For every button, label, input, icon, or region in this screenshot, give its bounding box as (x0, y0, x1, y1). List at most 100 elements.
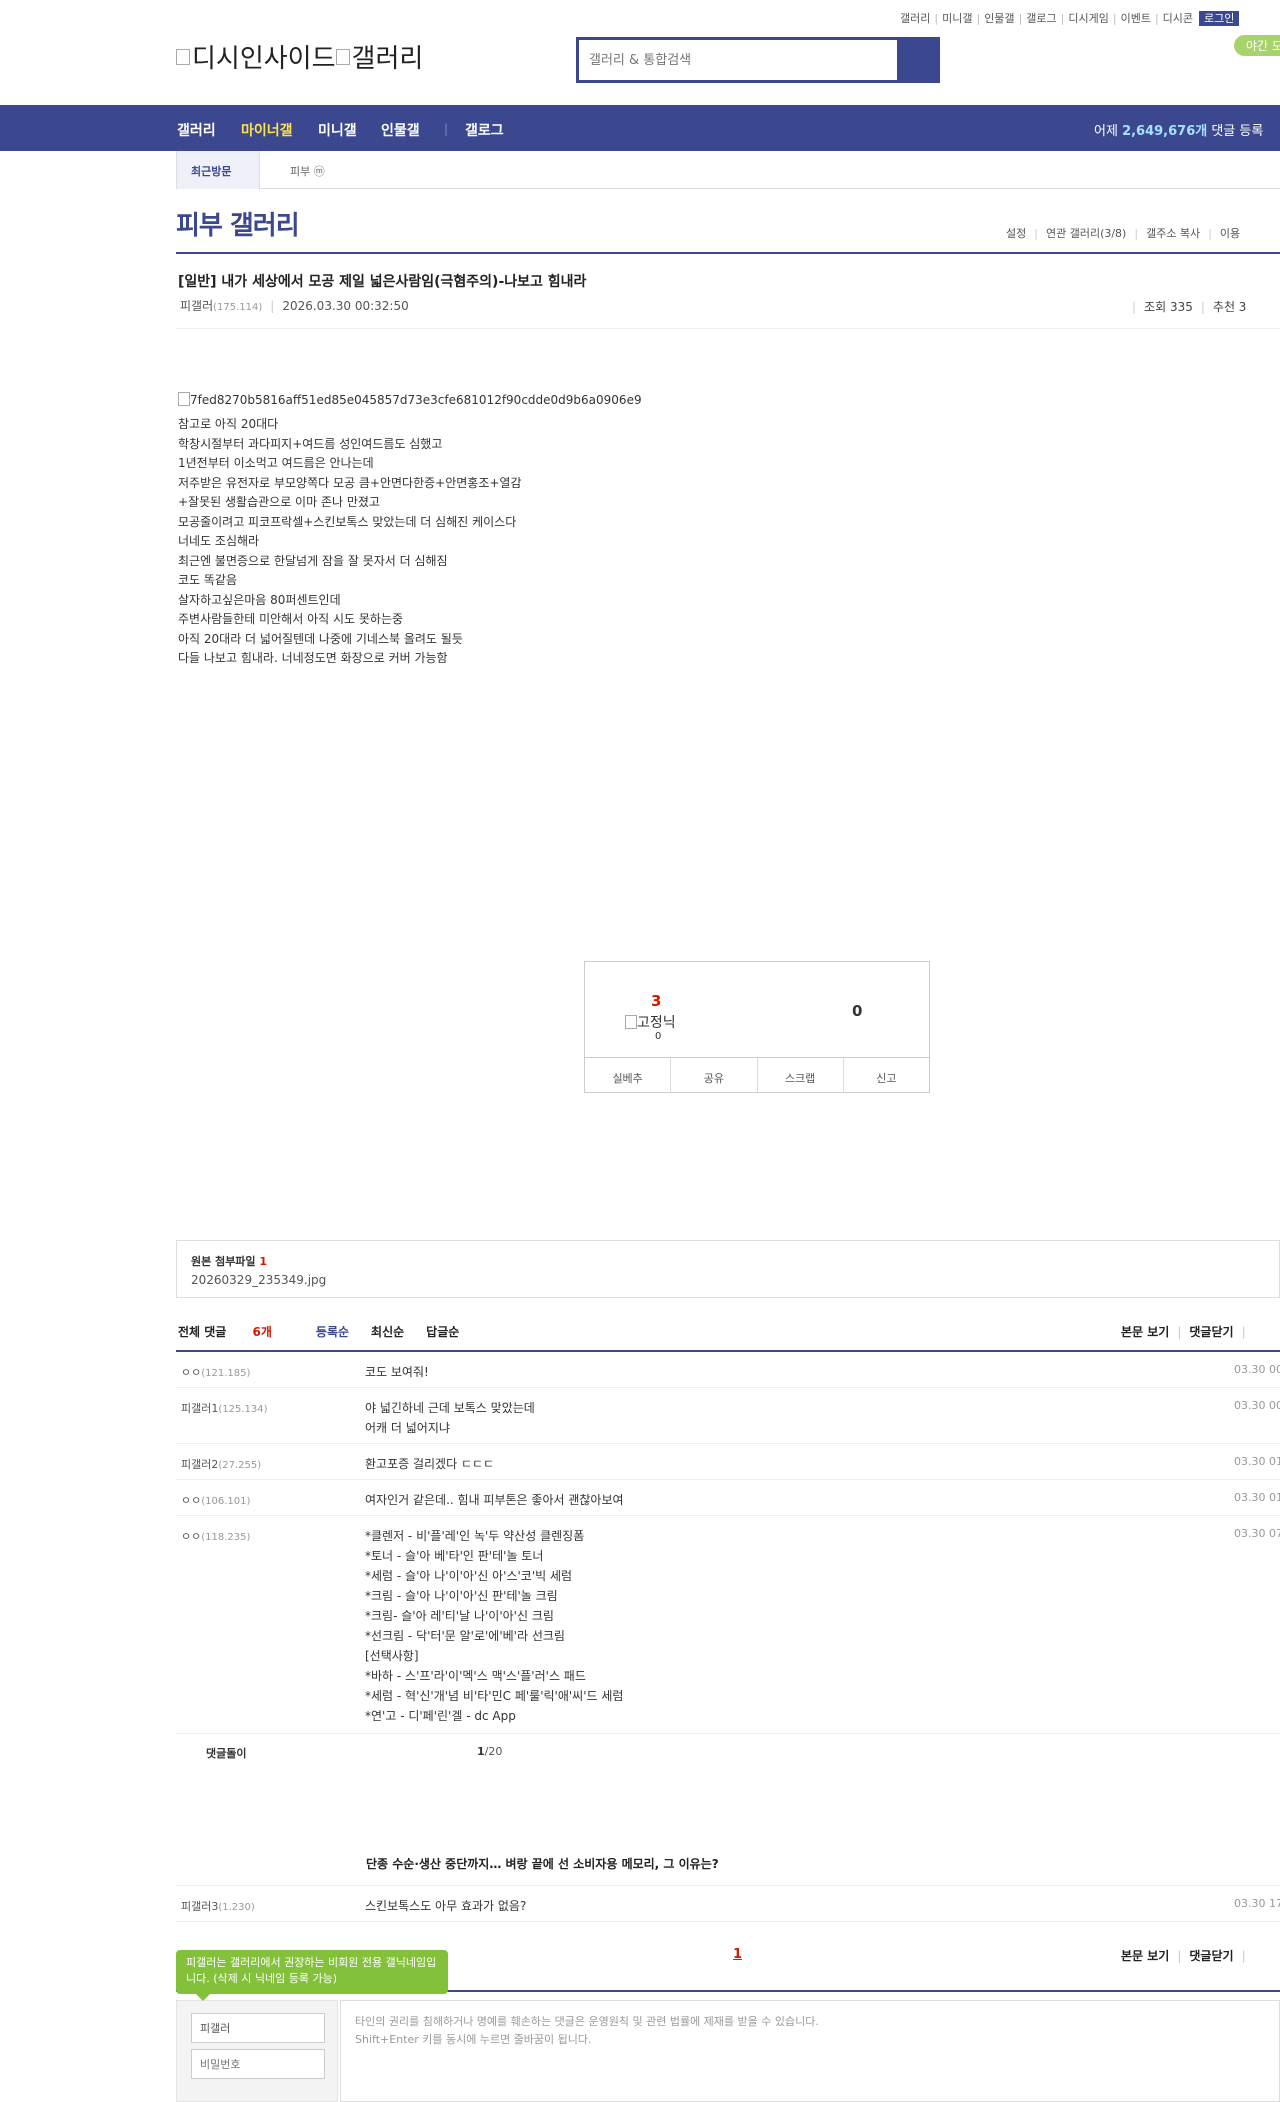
comment-nick[interactable]: ㅇㅇ(118.235) (181, 1528, 250, 1544)
gallery-title[interactable]: 피부 갤러리 (176, 205, 300, 242)
comment-date: 03.30 00 (1234, 1363, 1280, 1376)
util-link-event[interactable]: 이벤트 (1121, 12, 1151, 25)
comment-date: 03.30 00 (1234, 1399, 1280, 1412)
attachment-label: 원본 첨부파일 1 (191, 1255, 268, 1268)
post-header-divider (176, 328, 1280, 329)
post-date: 2026.03.30 00:32:50 (282, 299, 409, 313)
comment-text: 스킨보톡스도 아무 효과가 없음? (365, 1899, 527, 1913)
view-body-button[interactable]: 본문 보기 (1121, 1325, 1169, 1339)
share-button[interactable]: 공유 (671, 1058, 758, 1092)
post-writer-nick[interactable]: 피갤러 (180, 299, 213, 313)
comment-nick[interactable]: ㅇㅇ(106.101) (181, 1492, 250, 1508)
comment-nick[interactable]: 피갤러3(1.230) (181, 1898, 255, 1914)
nickname-field[interactable] (191, 2013, 325, 2043)
util-link-game[interactable]: 디시게임 (1068, 12, 1108, 25)
post-image-alt: 7fed8270b5816aff51ed85e045857d73e3cfe681… (190, 393, 642, 407)
reply-bot-pager[interactable]: 1/20 (477, 1745, 502, 1758)
comments-total: 전체 댓글 6개 (178, 1325, 272, 1339)
nav-person-gallery[interactable]: 인물갤 (381, 120, 420, 140)
recent-visits-tab[interactable]: 최근방문 (176, 151, 260, 189)
post-body-line: 모공줄이려고 피코프락셀+스킨보톡스 맞았는데 더 심해진 케이스다 (178, 514, 517, 529)
vote-actions: 실베추 공유 스크랩 신고 (585, 1057, 929, 1092)
comment-text: *클렌저 - 비'플'레'인 녹'두 약산성 클렌징폼 *토너 - 슬'아 베'타… (365, 1529, 624, 1723)
best-recommend-button[interactable]: 실베추 (585, 1058, 672, 1092)
comment-nick[interactable]: 피갤러2(27.255) (181, 1456, 261, 1472)
top-util-links: 갤러리 | 미니갤 | 인물갤 | 갤로그 | 디시게임 | 이벤트 | 디시콘 로그인 (900, 10, 1240, 26)
comment-textarea[interactable]: 타인의 권리를 침해하거나 명예를 훼손하는 댓글은 운영원칙 및 관련 법률에… (340, 2000, 1280, 2102)
usage-link[interactable]: 이용 (1220, 227, 1240, 240)
comment-date: 03.30 01 (1234, 1491, 1280, 1504)
broken-image-icon (335, 49, 350, 65)
password-field[interactable] (191, 2049, 325, 2079)
comment-tools-bottom: 본문 보기 | 댓글닫기 | (1121, 1949, 1246, 1963)
view-body-button[interactable]: 본문 보기 (1121, 1949, 1169, 1963)
night-mode-button[interactable]: 야간 모 (1234, 35, 1280, 56)
ad-headline[interactable]: 단종 수순·생산 중단까지… 벼랑 끝에 선 소비자용 메모리, 그 이유는? (366, 1855, 719, 1872)
broken-image-icon (178, 392, 190, 406)
post-views: 조회 335 (1144, 300, 1193, 314)
main-nav: 갤러리 마이너갤 미니갤 인물갤 | 갤로그 (0, 105, 1280, 151)
comment-text: 여자인거 같은데.. 힘내 피부톤은 좋아서 괜찮아보여 (365, 1493, 624, 1507)
post-body: 참고로 아직 20대다 학창시절부터 과다피지+여드름 성인여드름도 심했고 1… (178, 415, 522, 669)
sort-registered[interactable]: 등록순 (316, 1325, 349, 1339)
nickname-tooltip: 피갤러는 갤러리에서 권장하는 비회원 전용 갤닉네임입니다. (삭제 시 닉네… (176, 1950, 448, 2001)
broken-image-icon (625, 1015, 637, 1029)
nav-gallery[interactable]: 갤러리 (177, 120, 216, 140)
close-comments-button[interactable]: 댓글닫기 (1189, 1325, 1233, 1339)
comment-row: 피갤러1(125.134) 야 넓긴하네 근데 보톡스 맞았는데 어캐 더 넓어지… (176, 1388, 1280, 1444)
comment-row: ㅇㅇ(121.185) 코도 보여줘! 03.30 00 (176, 1352, 1280, 1388)
search-button[interactable] (897, 40, 937, 80)
comment-text: 야 넓긴하네 근데 보톡스 맞았는데 어캐 더 넓어지냐 (365, 1401, 535, 1435)
nav-mini-gallery[interactable]: 미니갤 (318, 120, 357, 140)
recent-visit-item[interactable]: 피부 ⓜ (290, 163, 325, 179)
post-title: [일반] 내가 세상에서 모공 제일 넓은사람임(극혐주의)-나보고 힘내라 (178, 274, 587, 290)
related-galleries-link[interactable]: 연관 갤러리(3/8) (1046, 227, 1126, 240)
vote-box: 3 고정닉 0 0 실베추 공유 스크랩 신고 (584, 961, 930, 1093)
nav-minor-gallery[interactable]: 마이너갤 (241, 120, 293, 140)
sort-replies[interactable]: 답글순 (426, 1325, 459, 1339)
yesterday-comment-count: 어제 2,649,676개 댓글 등록 (1094, 124, 1264, 139)
comment-tools-top: 본문 보기 | 댓글닫기 | (1121, 1325, 1246, 1339)
site-logo[interactable]: 디시인사이드 갤러리 (176, 38, 423, 75)
util-link-mini[interactable]: 미니갤 (942, 12, 972, 25)
fixnick-upvote-button[interactable]: 고정닉 (625, 1012, 676, 1032)
comments-header: 전체 댓글 6개 등록순 최신순 답글순 (178, 1323, 481, 1340)
gallery-menu: 설정 | 연관 갤러리(3/8) | 갤주소 복사 | 이용 (1006, 227, 1241, 240)
attachment-file-link[interactable]: 20260329_235349.jpg (191, 1273, 1265, 1287)
post-body-line: 참고로 아직 20대다 (178, 417, 279, 431)
nav-divider: | (444, 122, 449, 136)
post-body-line: 아직 20대라 더 넓어질텐데 나중에 기네스북 올려도 될듯 (178, 631, 463, 646)
post-body-line: 최근엔 불면증으로 한달넘게 잠을 잘 못자서 더 심해짐 (178, 553, 448, 568)
nav-gallog[interactable]: 갤로그 (465, 120, 504, 140)
write-credentials (176, 2000, 338, 2102)
post-image[interactable]: 7fed8270b5816aff51ed85e045857d73e3cfe681… (178, 392, 642, 407)
post-recommends: 추천 3 (1212, 300, 1247, 314)
comment-page-current[interactable]: 1 (733, 1947, 742, 1962)
login-button[interactable]: 로그인 (1199, 11, 1240, 26)
recent-visits-bar: 최근방문 피부 ⓜ (176, 151, 1280, 189)
comment-row: ㅇㅇ(106.101) 여자인거 같은데.. 힘내 피부톤은 좋아서 괜찮아보여… (176, 1480, 1280, 1516)
report-button[interactable]: 신고 (844, 1058, 929, 1092)
comment-date: 03.30 01 (1234, 1455, 1280, 1468)
post-body-line: 주변사람들한테 미안해서 아직 시도 못하는중 (178, 612, 404, 626)
util-link-dcon[interactable]: 디시콘 (1163, 12, 1193, 25)
comment-nick[interactable]: 피갤러1(125.134) (181, 1400, 268, 1416)
util-link-gallery[interactable]: 갤러리 (900, 12, 930, 25)
post-body-line: 살자하고싶은마음 80퍼센트인데 (178, 592, 341, 607)
sort-latest[interactable]: 최신순 (371, 1325, 404, 1339)
post-body-line: 저주받은 유전자로 부모양쪽다 모공 큼+안면다한증+안면홍조+열감 (178, 475, 522, 490)
util-link-person[interactable]: 인물갤 (984, 12, 1014, 25)
scrap-button[interactable]: 스크랩 (758, 1058, 844, 1092)
comment-row: 피갤러2(27.255) 환고포증 걸리겠다 ㄷㄷㄷ 03.30 01 (176, 1444, 1280, 1480)
logo-site: 디시인사이드 (192, 44, 336, 74)
copy-address-link[interactable]: 갤주소 복사 (1146, 227, 1200, 240)
comment-nick[interactable]: ㅇㅇ(121.185) (181, 1364, 250, 1380)
util-link-gallog[interactable]: 갤로그 (1026, 12, 1056, 25)
comment-row: ㅇㅇ(118.235) *클렌저 - 비'플'레'인 녹'두 약산성 클렌징폼 *… (176, 1516, 1280, 1734)
post-body-line: 너네도 조심해라 (178, 534, 260, 548)
post-writer-ip: (175.114) (213, 302, 263, 313)
settings-link[interactable]: 설정 (1006, 227, 1026, 240)
search-input[interactable] (579, 40, 897, 80)
downvote-count: 0 (852, 1002, 863, 1020)
close-comments-button[interactable]: 댓글닫기 (1189, 1949, 1233, 1963)
